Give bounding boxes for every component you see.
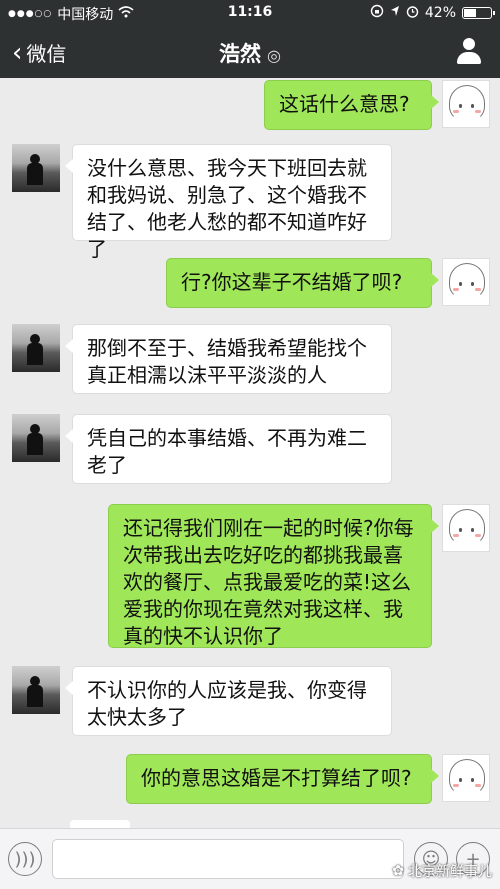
- avatar-figure: [27, 163, 43, 185]
- avatar-drawing: [449, 759, 485, 795]
- avatar-figure: [27, 343, 43, 365]
- message-bubble-incoming[interactable]: 没什么意思、我今天下班回去就和我妈说、别急了、这个婚我不结了、他老人愁的都不知道…: [65, 144, 392, 261]
- battery-percentage: 42%: [424, 5, 456, 21]
- person-icon-body: [457, 52, 481, 64]
- avatar-blush: [453, 110, 459, 113]
- avatar-figure: [27, 433, 43, 455]
- person-icon-head: [463, 38, 475, 50]
- my-avatar[interactable]: [442, 504, 490, 552]
- contact-name: 浩然: [219, 42, 262, 66]
- voice-icon: ))): [14, 848, 36, 870]
- avatar-blush: [453, 534, 459, 537]
- avatar-blush: [475, 110, 481, 113]
- battery-icon: [462, 7, 495, 19]
- avatar-eye: [459, 104, 462, 108]
- avatar-eye: [471, 528, 474, 532]
- message-bubble-incoming[interactable]: 那倒不至于、结婚我希望能找个真正相濡以沫平平淡淡的人: [65, 324, 392, 394]
- avatar-eye: [471, 104, 474, 108]
- message-bubble-outgoing[interactable]: 你的意思这婚是不打算结了呗?: [126, 754, 439, 804]
- my-avatar[interactable]: [442, 80, 490, 128]
- alarm-icon: [406, 5, 419, 22]
- avatar-eye: [459, 282, 462, 286]
- avatar-blush: [453, 784, 459, 787]
- voice-input-button[interactable]: ))): [8, 842, 42, 876]
- avatar-blush: [475, 784, 481, 787]
- battery-fill: [464, 9, 476, 17]
- avatar-blush: [475, 288, 481, 291]
- avatar-eye: [459, 778, 462, 782]
- orientation-lock-icon: [370, 4, 384, 22]
- message-input[interactable]: [52, 839, 404, 879]
- status-bar: ●●●○○ 中国移动 11:16 42%: [0, 0, 500, 26]
- wechat-logo-icon: ✿: [392, 863, 404, 879]
- watermark-text: 北京新鲜事儿: [408, 864, 492, 880]
- message-bubble-outgoing[interactable]: 这话什么意思?: [264, 80, 439, 130]
- location-icon: [390, 5, 400, 21]
- my-avatar[interactable]: [442, 754, 490, 802]
- contact-avatar[interactable]: [12, 324, 60, 372]
- chat-area[interactable]: 这话什么意思? 没什么意思、我今天下班回去就和我妈说、别急了、这个婚我不结了、他…: [0, 78, 500, 828]
- avatar-blush: [475, 534, 481, 537]
- avatar-eye: [459, 528, 462, 532]
- contact-avatar[interactable]: [12, 414, 60, 462]
- my-avatar[interactable]: [442, 258, 490, 306]
- profile-button[interactable]: [456, 38, 482, 66]
- message-bubble-outgoing[interactable]: 行?你这辈子不结婚了呗?: [166, 258, 439, 308]
- avatar-figure: [27, 685, 43, 707]
- message-bubble-incoming[interactable]: 凭自己的本事结婚、不再为难二老了: [65, 414, 392, 484]
- avatar-blush: [453, 288, 459, 291]
- message-bubble-outgoing[interactable]: 还记得我们刚在一起的时候?你每次带我出去吃好吃的都挑我最喜欢的餐厅、点我最爱吃的…: [108, 504, 439, 648]
- watermark: ✿ 北京新鲜事儿: [392, 861, 492, 881]
- avatar-eye: [471, 778, 474, 782]
- status-right-group: 42%: [370, 4, 495, 22]
- chat-title: 浩然 ◎: [0, 38, 500, 68]
- message-bubble-incoming[interactable]: 不认识你的人应该是我、你变得太快太多了: [65, 666, 392, 736]
- contact-avatar[interactable]: [12, 144, 60, 192]
- navigation-bar: ‹ 微信 浩然 ◎: [0, 26, 500, 78]
- earpiece-mode-icon: ◎: [267, 46, 281, 65]
- avatar-drawing: [449, 85, 485, 121]
- avatar-drawing: [449, 263, 485, 299]
- avatar-eye: [471, 282, 474, 286]
- contact-avatar[interactable]: [12, 666, 60, 714]
- avatar-drawing: [449, 509, 485, 545]
